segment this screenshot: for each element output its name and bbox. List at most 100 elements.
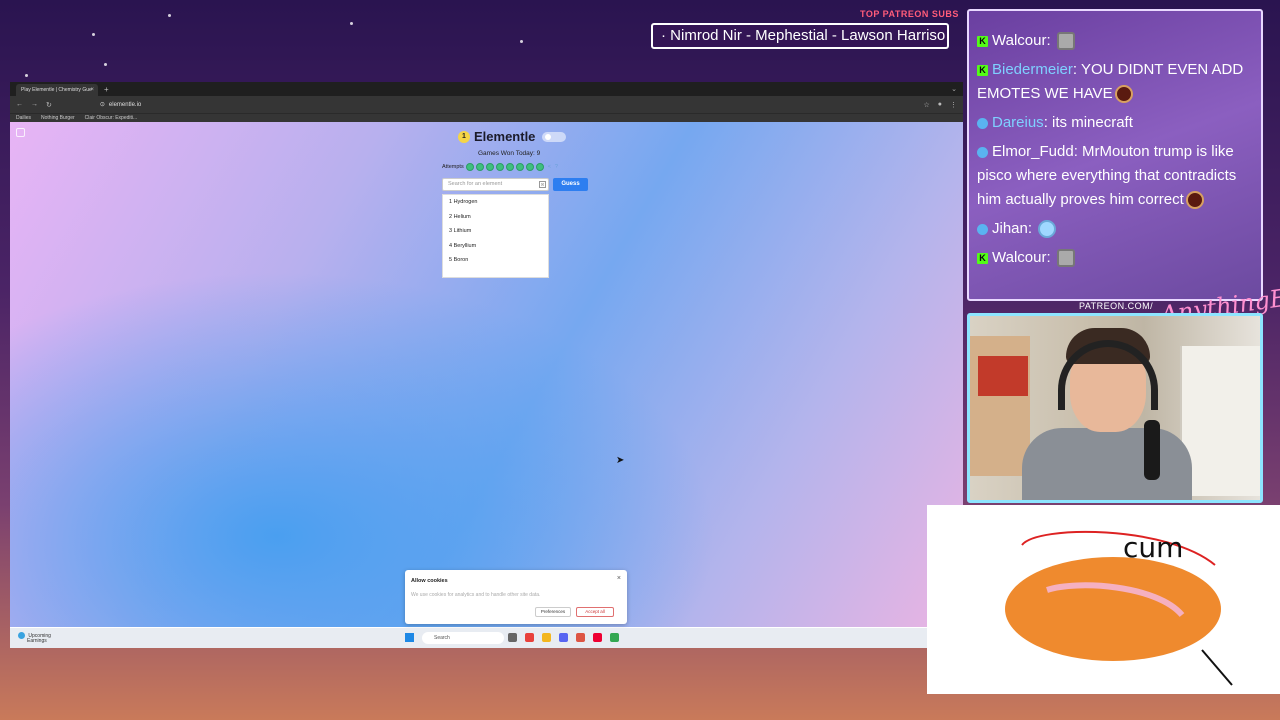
chat-username: Walcour [992, 32, 1047, 49]
widget-icon [18, 632, 25, 639]
chat-separator: : [1073, 143, 1083, 160]
attempt-dot [495, 163, 504, 171]
app-icon[interactable] [576, 633, 585, 642]
chat-separator: : [1046, 32, 1055, 49]
elementle-page: 1 Elementle Games Won Today: 9 Attempts … [10, 122, 963, 627]
bookmarks-bar: Dailies Nothing Burger Clair Obscur: Exp… [10, 113, 963, 122]
bookmark-item[interactable]: Clair Obscur: Expediti... [85, 115, 138, 121]
chat-separator: : [1027, 220, 1037, 237]
dropdown-option[interactable]: 3 Lithium [443, 224, 548, 239]
dropdown-option[interactable]: 5 Boron [443, 253, 548, 268]
bookmark-star-icon[interactable]: ☆ [923, 101, 929, 109]
reload-icon[interactable]: ↻ [46, 101, 52, 109]
chrome-icon[interactable] [610, 633, 619, 642]
bookmark-item[interactable]: Nothing Burger [41, 115, 75, 121]
chat-message: Dareius: its minecraft [977, 111, 1253, 135]
emote-icon [1056, 249, 1075, 268]
taskbar-widget[interactable]: Upcoming Earnings [18, 632, 51, 644]
bookmark-item[interactable]: Dailies [16, 115, 31, 121]
chat-username: Elmor_Fudd [992, 143, 1074, 160]
drawing-text: cum [1123, 531, 1183, 564]
emote-icon [1185, 191, 1204, 210]
site-info-icon[interactable]: ⊙ [100, 101, 105, 108]
folder-icon[interactable] [542, 633, 551, 642]
cookie-accept-button[interactable]: Accept all [576, 607, 614, 617]
chat-separator: : [1046, 249, 1055, 266]
platform-badge-icon [977, 146, 988, 158]
cam-streamer-shirt [1022, 428, 1192, 500]
profile-icon[interactable]: ● [938, 101, 942, 108]
forward-icon[interactable]: → [31, 101, 38, 108]
patreon-url: PATREON.COM/ [1079, 301, 1154, 311]
chat-message: K Walcour: [977, 29, 1253, 53]
tab-close-icon[interactable]: × [90, 84, 94, 96]
guess-button[interactable]: Guess [553, 178, 588, 191]
chat-username: Jihan [992, 220, 1028, 237]
platform-badge-icon [977, 117, 988, 129]
attempts-label: Attempts [442, 164, 464, 170]
browser-toolbar: ← → ↻ ⊙ elementle.io ☆ ● ⋮ [10, 96, 963, 113]
theme-toggle[interactable] [542, 131, 567, 142]
platform-badge-icon [977, 223, 988, 235]
attempt-dot [515, 163, 524, 171]
attempt-dot [465, 163, 474, 171]
start-icon[interactable] [405, 633, 414, 642]
back-icon[interactable]: ← [16, 101, 23, 108]
chat-message: K Biedermeier: YOU DIDNT EVEN ADD EMOTES … [977, 58, 1253, 106]
game-title: Elementle [474, 129, 536, 144]
help-icon[interactable]: ? [555, 164, 558, 170]
keyboard-icon[interactable]: ⌘ [539, 181, 546, 188]
cookie-text: We use cookies for analytics and to hand… [411, 592, 541, 598]
webcam-feed [967, 313, 1263, 503]
share-icon[interactable]: < [548, 164, 551, 170]
browser-window: Play Elementle | Chemistry Gue × + ⌄ ← →… [10, 82, 963, 648]
dropdown-option[interactable]: 2 Helium [443, 210, 548, 225]
tab-bar: Play Elementle | Chemistry Gue × + ⌄ [10, 82, 963, 96]
chat-separator: : [1043, 114, 1053, 131]
cookie-title: Allow cookies [411, 578, 448, 584]
stream-chat: K Walcour: K Biedermeier: YOU DIDNT EVEN A… [967, 9, 1263, 301]
discord-icon[interactable] [559, 633, 568, 642]
kick-badge-icon: K [977, 252, 988, 264]
drawing-blob [1005, 557, 1221, 661]
app-icon[interactable] [593, 633, 602, 642]
element-search-input[interactable]: Search for an element ⌘ [442, 178, 549, 191]
cam-box [978, 356, 1028, 396]
element-dropdown: 1 Hydrogen 2 Helium 3 Lithium 4 Berylliu… [442, 194, 549, 278]
streak-badge: 1 [458, 130, 470, 143]
window-chevron-icon[interactable]: ⌄ [951, 84, 963, 96]
attempt-dot [535, 163, 544, 171]
cam-dresser [1180, 346, 1260, 496]
attempt-dot [525, 163, 534, 171]
sidebar-toggle-icon[interactable] [16, 128, 25, 137]
patreon-subs-ticker: · Nimrod Nir - Mephestial - Lawson Harri… [651, 23, 949, 49]
patreon-subs-title: TOP PATREON SUBS [860, 9, 959, 19]
drawing-panel: cum [927, 505, 1280, 694]
url-text: elementle.io [108, 101, 142, 108]
chat-username: Biedermeier [992, 61, 1073, 78]
dropdown-option[interactable]: 4 Beryllium [443, 239, 548, 254]
cam-microphone [1144, 420, 1160, 480]
taskbar-search[interactable]: Search [422, 632, 504, 644]
mouse-cursor-icon: ➤ [616, 455, 625, 466]
menu-icon[interactable]: ⋮ [950, 101, 957, 109]
chat-username: Walcour [992, 249, 1047, 266]
app-icon[interactable] [525, 633, 534, 642]
cookie-close-icon[interactable]: × [617, 575, 621, 582]
chat-message: Jihan: [977, 217, 1253, 241]
dropdown-option[interactable]: 1 Hydrogen [443, 195, 548, 210]
browser-tab[interactable]: Play Elementle | Chemistry Gue × [16, 84, 98, 96]
taskbar-apps [508, 633, 619, 642]
games-won-text: Games Won Today: 9 [478, 150, 541, 157]
windows-taskbar: Upcoming Earnings Search ^ [10, 628, 963, 648]
emote-icon [1056, 32, 1075, 51]
chat-message-list: K Walcour: K Biedermeier: YOU DIDNT EVEN A… [977, 29, 1253, 270]
emote-icon [1114, 85, 1133, 104]
cookie-preferences-button[interactable]: Preferences [535, 607, 571, 617]
new-tab-icon[interactable]: + [104, 84, 109, 96]
chat-username: Dareius [992, 114, 1044, 131]
kick-badge-icon: K [977, 64, 988, 76]
address-bar[interactable]: ⊙ elementle.io [100, 101, 916, 109]
chat-message: K Walcour: [977, 246, 1253, 270]
task-view-icon[interactable] [508, 633, 517, 642]
